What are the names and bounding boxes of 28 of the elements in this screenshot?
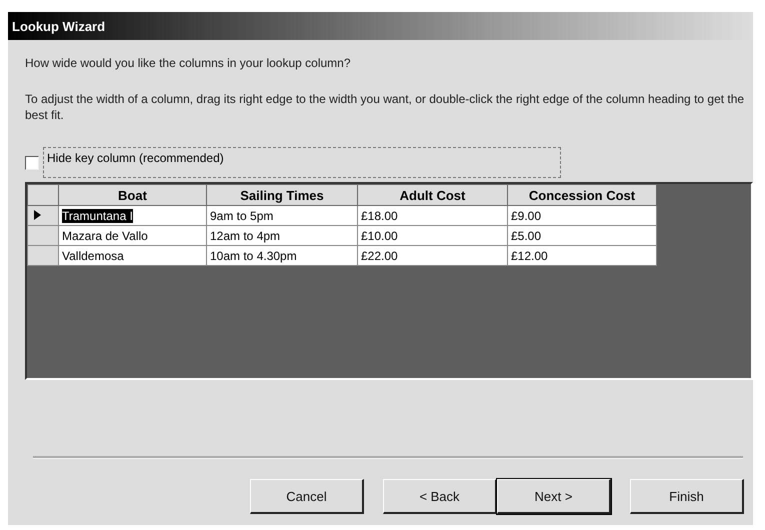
table-cell: £9.00 <box>508 206 656 226</box>
wizard-button[interactable]: Next > <box>497 479 611 514</box>
table-cell: 12am to 4pm <box>206 226 358 246</box>
table-cell: 9am to 5pm <box>206 206 358 226</box>
checkbox-label[interactable]: Hide key column (recommended) <box>43 147 561 178</box>
wizard-button[interactable]: Cancel <box>250 479 364 514</box>
column-header[interactable]: Adult Cost <box>358 184 508 206</box>
table-cell: £5.00 <box>508 226 656 246</box>
table-cell: Mazara de Vallo <box>58 226 206 246</box>
question-text: How wide would you like the columns in your lookup column? <box>25 56 352 70</box>
wizard-button[interactable]: < Back <box>383 479 497 514</box>
table-cell: £18.00 <box>358 206 508 226</box>
column-header[interactable]: Sailing Times <box>206 184 358 206</box>
row-selector[interactable] <box>28 206 58 226</box>
table-cell: Valldemosa <box>58 246 206 266</box>
highlighted-text: Tramuntana I <box>62 208 133 222</box>
wizard-button[interactable]: Finish <box>630 479 744 514</box>
window-title: Lookup Wizard <box>12 18 106 34</box>
checkbox[interactable] <box>25 156 39 170</box>
instruction-text: To adjust the width of a column, drag its right edge to the width you want, or double-click the right edge of the column heading to get the best fit. <box>25 91 745 123</box>
pointer-icon <box>34 210 41 220</box>
corner-cell <box>28 184 58 206</box>
table-cell: 10am to 4.30pm <box>206 246 358 266</box>
table-cell: £10.00 <box>358 226 508 246</box>
column-header[interactable]: Boat <box>58 184 206 206</box>
column-header[interactable]: Concession Cost <box>508 184 656 206</box>
table-cell: £12.00 <box>508 246 656 266</box>
table-cell: £22.00 <box>358 246 508 266</box>
